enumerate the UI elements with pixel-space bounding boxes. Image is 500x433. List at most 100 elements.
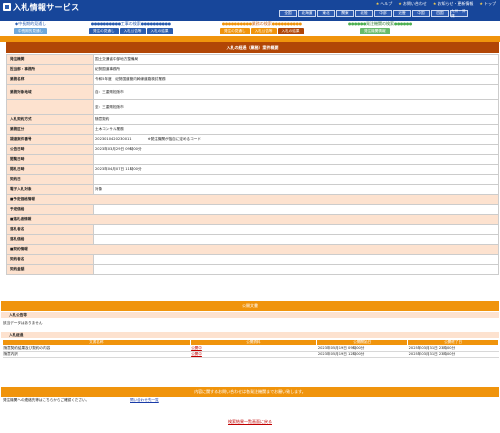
nav-heading-construction: ●●●●●●●●●●工事の検索●●●●●●●●●●: [90, 21, 171, 26]
contact-row: 発注機関への連絡先等はこちらからご確認ください。 問い合わせ先一覧: [3, 398, 498, 403]
field-value-text: 2023010420230011: [95, 137, 132, 141]
region-tab-kinki[interactable]: 近畿: [393, 10, 411, 17]
field-value-text: 対象: [95, 187, 103, 191]
region-tab-hokuriku[interactable]: 北陸: [355, 10, 373, 17]
field-label: 電子入札対象: [6, 184, 94, 195]
table-row: 落札価格: [6, 234, 499, 245]
field-value: 2023010420230011 ※発注機関が独自に定めるコード: [93, 134, 499, 145]
table-row: 予定価格: [6, 204, 499, 215]
contact-list-link[interactable]: 問い合わせ先一覧: [130, 398, 159, 403]
region-tab-tohoku[interactable]: 東北: [317, 10, 335, 17]
region-tab-shikoku[interactable]: 四国: [431, 10, 449, 17]
region-tab-kyushu[interactable]: 九州・沖縄: [450, 9, 468, 18]
no-data-message: 該当データはありません: [3, 321, 43, 325]
tab-construction-results[interactable]: 入札の結果: [146, 28, 173, 34]
site-logo-icon: [3, 3, 11, 11]
top-link[interactable]: トップ: [479, 1, 496, 7]
field-label: 調達案件番号: [6, 134, 94, 145]
doc-link[interactable]: 公開中: [190, 351, 317, 358]
region-tab-zenkoku[interactable]: 全国: [279, 10, 297, 17]
case-summary-table: 発注機関 国土交通省中部地方整備局 担当部・事務所 紀勢国道事務所 業務名称 令和5年度 …: [6, 54, 499, 275]
utility-links: ヘルプ お問い合わせ お知らせ・更新情報 トップ: [376, 1, 496, 7]
nav-group-agencies: ●●●●●●発注機関の検索●●●●●● 発注機関情報: [348, 21, 412, 34]
field-value: 対象: [93, 184, 499, 195]
field-value-text: 至：三重県松阪市: [95, 104, 124, 109]
tab-long-term-outlook[interactable]: 中長期的見通し: [14, 28, 48, 34]
field-label: 担当部・事務所: [6, 64, 94, 75]
field-label: 業務対象地域: [6, 84, 94, 100]
field-label: 公告日時: [6, 144, 94, 155]
public-docs-title: 公開文書: [1, 301, 499, 311]
table-row: 発注機関 国土交通省中部地方整備局: [6, 54, 499, 65]
nav-heading-services: ●●●●●●●●●●業務の検索●●●●●●●●●●: [221, 21, 302, 26]
tab-services-results[interactable]: 入札の結果: [277, 28, 304, 34]
field-value: [93, 224, 499, 235]
main-nav: ◆中長期的見通し 中長期的見通し ●●●●●●●●●●工事の検索●●●●●●●●…: [0, 21, 500, 36]
field-value: [93, 174, 499, 185]
section-row: ■予定価格情報: [6, 194, 499, 205]
documents-table: 文書名称 公開資料 公開開始日 公開終了日 随意契約結果及び契約の内容 公開中 …: [2, 339, 499, 358]
field-value: 紀勢国道事務所: [93, 64, 499, 75]
field-label: 契約金額: [6, 264, 94, 275]
field-label: 発注機関: [6, 54, 94, 65]
contact-notice-bar: 内容に関するお問い合わせは各発注機関までお願い致します。: [1, 387, 499, 397]
table-row: 契約日: [6, 174, 499, 185]
field-value: 2023年04月07日 11時00分: [93, 164, 499, 175]
field-value: 自：三重県松阪市: [93, 84, 499, 100]
field-value-text: 2023年04月07日 11時00分: [95, 167, 142, 171]
table-row: 契約金額: [6, 264, 499, 275]
contact-label: 発注機関への連絡先等はこちらからご確認ください。: [3, 398, 90, 402]
section-row: ■契約情報: [6, 244, 499, 255]
field-label: 入札契約方式: [6, 114, 94, 125]
nav-group-outlook: ◆中長期的見通し 中長期的見通し: [14, 21, 48, 34]
field-label: 落札者名: [6, 224, 94, 235]
tab-agency-info[interactable]: 発注機関情報: [360, 28, 390, 34]
bid-results-header: 入札経過: [1, 332, 499, 338]
field-label: 開札日時: [6, 164, 94, 175]
table-row: 随意内訳 公開中 2023年05月19日 12時00分 2025年03月31日 …: [2, 351, 499, 358]
region-tab-chugoku[interactable]: 中国: [412, 10, 430, 17]
field-label: 業務名称: [6, 74, 94, 85]
table-row: 調達案件番号 2023010420230011 ※発注機関が独自に定めるコード: [6, 134, 499, 145]
region-tab-chubu[interactable]: 中部: [374, 10, 392, 17]
table-row: 入札契約方式 随意契約: [6, 114, 499, 125]
section-label: ■落札者情報: [6, 214, 499, 225]
field-value: 国土交通省中部地方整備局: [93, 54, 499, 65]
help-link[interactable]: ヘルプ: [376, 1, 392, 7]
news-link[interactable]: お知らせ・更新情報: [433, 1, 473, 7]
field-value: 土木コンサル業務: [93, 124, 499, 135]
case-summary-panel: 入札の経過（業務）案件概要 発注機関 国土交通省中部地方整備局 担当部・事務所 紀勢国…: [6, 42, 499, 275]
tab-construction-announcements[interactable]: 入札公告等: [119, 28, 146, 34]
field-note: ※発注機関が独自に定めるコード: [147, 137, 201, 141]
field-value: [93, 154, 499, 165]
region-tab-kanto[interactable]: 関東: [336, 10, 354, 17]
nav-group-construction: ●●●●●●●●●●工事の検索●●●●●●●●●● 発注の見通し 入札公告等 入…: [89, 21, 173, 34]
tab-services-outlook[interactable]: 発注の見通し: [220, 28, 250, 34]
contact-link[interactable]: お問い合わせ: [398, 1, 427, 7]
field-label: [6, 99, 94, 115]
tab-services-announcements[interactable]: 入札公告等: [250, 28, 277, 34]
doc-end: 2025年03月31日 23時00分: [407, 351, 499, 358]
field-value: [93, 234, 499, 245]
field-value-text: 令和5年度 紀勢国道管内幹線道路検討業務: [95, 77, 166, 81]
field-label: 閲覧日時: [6, 154, 94, 165]
table-row: 担当部・事務所 紀勢国道事務所: [6, 64, 499, 75]
region-tab-hokkaido[interactable]: 北海道: [298, 10, 316, 17]
table-row: 業務名称 令和5年度 紀勢国道管内幹線道路検討業務: [6, 74, 499, 85]
table-row: 業務対象地域 自：三重県松阪市: [6, 84, 499, 100]
section-label: ■契約情報: [6, 244, 499, 255]
region-tabs: 全国 北海道 東北 関東 北陸 中部 近畿 中国 四国 九州・沖縄: [279, 9, 468, 18]
doc-start: 2023年05月19日 12時00分: [316, 351, 408, 358]
field-value-text: 自：三重県松阪市: [95, 89, 124, 94]
field-value: 令和5年度 紀勢国道管内幹線道路検討業務: [93, 74, 499, 85]
nav-heading-outlook: ◆中長期的見通し: [15, 21, 47, 26]
back-to-results-link[interactable]: 検索結果一覧画面に戻る: [0, 419, 500, 425]
field-label: 業務区分: [6, 124, 94, 135]
field-value-text: 随意契約: [95, 117, 110, 121]
tab-construction-outlook[interactable]: 発注の見通し: [89, 28, 119, 34]
field-value: 至：三重県松阪市: [93, 99, 499, 115]
field-value: 2023年03月29日 09時00分: [93, 144, 499, 155]
table-row: 業務区分 土木コンサル業務: [6, 124, 499, 135]
nav-group-services: ●●●●●●●●●●業務の検索●●●●●●●●●● 発注の見通し 入札公告等 入…: [220, 21, 304, 34]
table-row: 開札日時 2023年04月07日 11時00分: [6, 164, 499, 175]
